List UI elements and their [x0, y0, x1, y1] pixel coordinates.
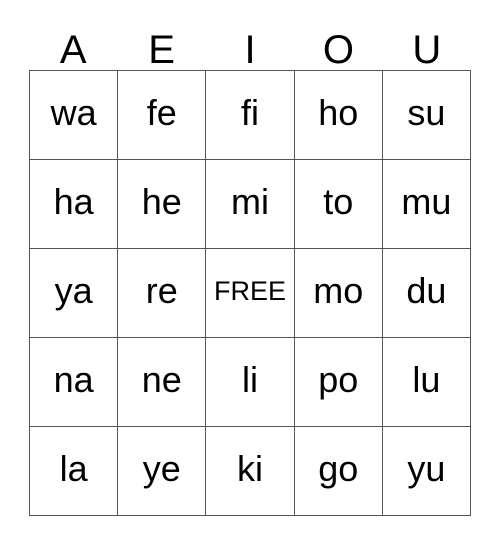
bingo-header-letter: I [244, 28, 256, 72]
bingo-header-cell-o: O [294, 16, 382, 70]
bingo-cell-label: wa [50, 92, 97, 133]
bingo-grid: wa fe fi ho su ha he mi to mu ya re FREE… [29, 70, 472, 516]
bingo-cell-label: na [53, 359, 94, 400]
bingo-cell-label: ho [318, 92, 359, 133]
bingo-row: wa fe fi ho su [30, 71, 472, 160]
bingo-cell[interactable]: la [30, 427, 119, 516]
bingo-header-cell-e: E [117, 16, 205, 70]
bingo-cell[interactable]: mo [294, 249, 383, 338]
bingo-header-letter: O [322, 28, 354, 72]
bingo-cell-label: la [59, 448, 88, 489]
bingo-header-row: A E I O U [29, 16, 471, 70]
bingo-cell-label: yu [407, 448, 446, 489]
bingo-row: ha he mi to mu [30, 160, 472, 249]
bingo-cell-label: du [406, 270, 447, 311]
bingo-cell[interactable]: ya [30, 249, 119, 338]
bingo-cell-free-space[interactable]: FREE [206, 249, 295, 338]
bingo-cell-label: po [318, 359, 359, 400]
bingo-cell-label: fe [146, 92, 177, 133]
bingo-row: la ye ki go yu [30, 427, 472, 516]
bingo-header-letter: U [412, 28, 442, 72]
bingo-cell[interactable]: fi [206, 71, 295, 160]
bingo-cell-label: lu [412, 359, 441, 400]
bingo-header-cell-a: A [29, 16, 117, 70]
bingo-cell[interactable]: du [382, 249, 472, 338]
bingo-card: A E I O U wa fe fi ho su ha he mi to mu … [29, 16, 472, 516]
bingo-cell-label: he [141, 181, 182, 222]
bingo-cell-label: li [242, 359, 258, 400]
bingo-cell[interactable]: mu [382, 160, 472, 249]
bingo-cell[interactable]: go [294, 427, 383, 516]
bingo-header-cell-u: U [383, 16, 471, 70]
bingo-cell[interactable]: ne [118, 338, 207, 427]
bingo-cell-label: ye [142, 448, 181, 489]
bingo-cell-label: ha [53, 181, 94, 222]
bingo-cell-label: to [323, 181, 354, 222]
bingo-cell[interactable]: re [118, 249, 207, 338]
bingo-cell[interactable]: to [294, 160, 383, 249]
bingo-cell-label: mu [401, 181, 452, 222]
bingo-cell[interactable]: fe [118, 71, 207, 160]
bingo-cell[interactable]: yu [382, 427, 472, 516]
bingo-cell-label: re [145, 270, 178, 311]
bingo-cell-label: mo [313, 270, 364, 311]
bingo-cell[interactable]: lu [382, 338, 472, 427]
bingo-cell[interactable]: ki [206, 427, 295, 516]
bingo-cell-label: su [407, 92, 446, 133]
bingo-row: ya re FREE mo du [30, 249, 472, 338]
bingo-cell[interactable]: wa [30, 71, 119, 160]
bingo-cell[interactable]: na [30, 338, 119, 427]
bingo-cell-label: ne [141, 359, 182, 400]
bingo-cell-label: go [318, 448, 359, 489]
bingo-header-letter: A [59, 28, 87, 72]
bingo-cell-label: FREE [214, 275, 287, 306]
bingo-cell-label: ya [54, 270, 93, 311]
bingo-cell-label: fi [241, 92, 259, 133]
bingo-cell[interactable]: li [206, 338, 295, 427]
bingo-cell[interactable]: po [294, 338, 383, 427]
bingo-cell-label: mi [231, 181, 269, 222]
bingo-cell[interactable]: ho [294, 71, 383, 160]
bingo-cell[interactable]: ye [118, 427, 207, 516]
bingo-cell[interactable]: he [118, 160, 207, 249]
bingo-row: na ne li po lu [30, 338, 472, 427]
bingo-header-cell-i: I [206, 16, 294, 70]
bingo-cell[interactable]: mi [206, 160, 295, 249]
bingo-cell[interactable]: ha [30, 160, 119, 249]
bingo-header-letter: E [148, 28, 175, 72]
bingo-cell[interactable]: su [382, 71, 472, 160]
bingo-cell-label: ki [237, 448, 263, 489]
